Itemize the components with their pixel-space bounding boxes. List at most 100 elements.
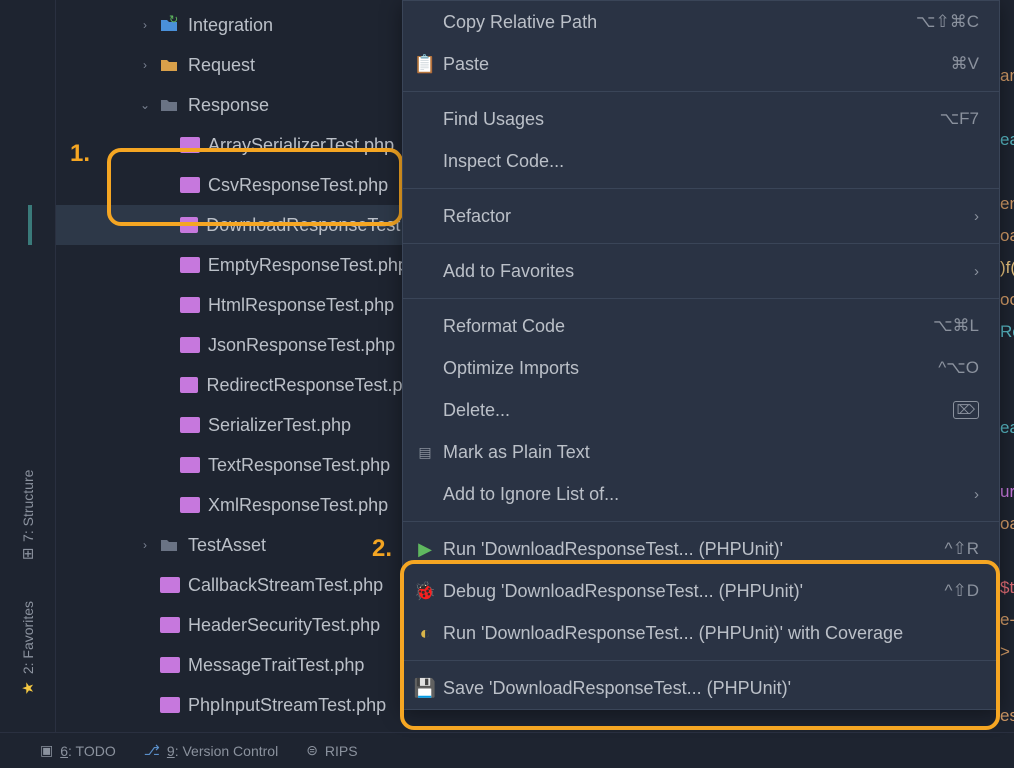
- tree-item-jsonresponsetest-php[interactable]: JsonResponseTest.php: [56, 325, 406, 365]
- tree-item-label: Integration: [188, 15, 273, 36]
- folder-icon: [158, 536, 180, 554]
- tree-item-label: CallbackStreamTest.php: [188, 575, 383, 596]
- save-icon: 💾: [415, 678, 435, 699]
- php-file-icon: [180, 497, 200, 513]
- menu-separator: [403, 660, 999, 661]
- php-file-icon: [160, 697, 180, 713]
- menu-separator: [403, 91, 999, 92]
- menu-item-optimize-imports[interactable]: Optimize Imports^⌥O: [403, 347, 999, 389]
- menu-label: Debug 'DownloadResponseTest... (PHPUnit)…: [443, 581, 945, 602]
- rips-icon: ⊜: [306, 742, 318, 759]
- tree-item-downloadresponsetest-ph[interactable]: DownloadResponseTest.ph: [56, 205, 406, 245]
- menu-label: Refactor: [443, 206, 974, 227]
- rips-label: RIPS: [325, 743, 358, 759]
- menu-item-debug-downloadresponsetest-php[interactable]: 🐞 Debug 'DownloadResponseTest... (PHPUnit…: [403, 570, 999, 612]
- coverage-icon: ◐: [415, 623, 435, 644]
- shortcut: ⌦: [953, 401, 979, 419]
- menu-label: Find Usages: [443, 109, 940, 130]
- tree-item-label: TestAsset: [188, 535, 266, 556]
- tree-item-redirectresponsetest-php[interactable]: RedirectResponseTest.php: [56, 365, 406, 405]
- annotation-number-1: 1.: [70, 140, 90, 168]
- version-control-button[interactable]: ⎇ 9: Version Control: [144, 742, 278, 759]
- code-line: [1000, 156, 1014, 188]
- code-line: [1000, 540, 1014, 572]
- code-line: esp: [1000, 700, 1014, 730]
- code-line: [1000, 668, 1014, 700]
- menu-label: Save 'DownloadResponseTest... (PHPUnit)': [443, 678, 979, 699]
- menu-item-inspect-code-[interactable]: Inspect Code...: [403, 140, 999, 182]
- tree-item-htmlresponsetest-php[interactable]: HtmlResponseTest.php: [56, 285, 406, 325]
- menu-item-copy-relative-path[interactable]: Copy Relative Path⌥⇧⌘C: [403, 1, 999, 43]
- menu-item-add-to-favorites[interactable]: Add to Favorites›: [403, 250, 999, 292]
- menu-item-paste[interactable]: 📋Paste⌘V: [403, 43, 999, 85]
- menu-item-mark-as-plain-text[interactable]: ▤Mark as Plain Text: [403, 431, 999, 473]
- menu-label: Add to Ignore List of...: [443, 484, 974, 505]
- menu-separator: [403, 521, 999, 522]
- favorites-label: 2: Favorites: [20, 601, 36, 674]
- tree-item-callbackstreamtest-php[interactable]: CallbackStreamTest.php: [56, 565, 406, 605]
- menu-item-run-downloadresponsetest-phpun[interactable]: ◐Run 'DownloadResponseTest... (PHPUnit)'…: [403, 612, 999, 654]
- chevron-right-icon: ›: [136, 18, 154, 32]
- tree-item-label: Request: [188, 55, 255, 76]
- structure-icon: ⊞: [21, 546, 34, 564]
- todo-toolwindow-button[interactable]: ▣ 6: TODO: [40, 742, 116, 759]
- chevron-right-icon: ›: [136, 538, 154, 552]
- menu-item-reformat-code[interactable]: Reformat Code⌥⌘L: [403, 305, 999, 347]
- tree-item-label: JsonResponseTest.php: [208, 335, 395, 356]
- tree-item-csvresponsetest-php[interactable]: CsvResponseTest.php: [56, 165, 406, 205]
- menu-label: Inspect Code...: [443, 151, 979, 172]
- menu-item-delete-[interactable]: Delete...⌦: [403, 389, 999, 431]
- branch-icon: ⎇: [144, 742, 160, 759]
- php-file-icon: [180, 257, 200, 273]
- shortcut: ⌥⇧⌘C: [916, 12, 979, 32]
- menu-label: Copy Relative Path: [443, 12, 916, 33]
- star-icon: ★: [19, 680, 37, 698]
- tree-item-phpinputstreamtest-php[interactable]: PhpInputStreamTest.php: [56, 685, 406, 725]
- tree-item-label: HtmlResponseTest.php: [208, 295, 394, 316]
- chevron-right-icon: ›: [136, 58, 154, 72]
- tree-item-request[interactable]: › Request: [56, 45, 406, 85]
- menu-label: Mark as Plain Text: [443, 442, 979, 463]
- code-line: oad: [1000, 220, 1014, 252]
- tree-item-xmlresponsetest-php[interactable]: XmlResponseTest.php: [56, 485, 406, 525]
- chevron-right-icon: ›: [974, 263, 979, 280]
- rips-button[interactable]: ⊜ RIPS: [306, 742, 357, 759]
- php-file-icon: [180, 337, 200, 353]
- tree-item-integration[interactable]: ›↻Integration: [56, 5, 406, 45]
- php-file-icon: [180, 457, 200, 473]
- code-line: [1000, 92, 1014, 124]
- php-file-icon: [160, 577, 180, 593]
- tree-item-headersecuritytest-php[interactable]: HeaderSecurityTest.php: [56, 605, 406, 645]
- tree-item-label: PhpInputStreamTest.php: [188, 695, 386, 716]
- menu-item-refactor[interactable]: Refactor›: [403, 195, 999, 237]
- php-file-icon: [180, 377, 198, 393]
- menu-item-find-usages[interactable]: Find Usages⌥F7: [403, 98, 999, 140]
- tree-item-arrayserializertest-php[interactable]: ArraySerializerTest.php: [56, 125, 406, 165]
- menu-item-add-to-ignore-list-of-[interactable]: Add to Ignore List of...›: [403, 473, 999, 515]
- menu-item-run-downloadresponsetest-phpun[interactable]: ▶Run 'DownloadResponseTest... (PHPUnit)'…: [403, 528, 999, 570]
- tree-item-label: ArraySerializerTest.php: [208, 135, 394, 156]
- tree-item-label: MessageTraitTest.php: [188, 655, 364, 676]
- tree-item-serializertest-php[interactable]: SerializerTest.php: [56, 405, 406, 445]
- shortcut: ⌥F7: [940, 109, 979, 129]
- project-tree: ›↻Integration›Request⌄ResponseArraySeria…: [56, 0, 406, 768]
- menu-item-save-downloadresponsetest-phpu[interactable]: 💾 Save 'DownloadResponseTest... (PHPUnit)…: [403, 667, 999, 709]
- menu-label: Optimize Imports: [443, 358, 938, 379]
- php-file-icon: [180, 297, 200, 313]
- code-line: [1000, 380, 1014, 412]
- code-line: Res: [1000, 316, 1014, 348]
- tree-item-testasset[interactable]: › TestAsset: [56, 525, 406, 565]
- favorites-toolwindow-button[interactable]: ★ 2: Favorites: [19, 581, 37, 718]
- tree-item-messagetraittest-php[interactable]: MessageTraitTest.php: [56, 645, 406, 685]
- structure-toolwindow-button[interactable]: ⊞ 7: Structure: [19, 450, 37, 581]
- php-file-icon: [180, 417, 200, 433]
- chevron-right-icon: ›: [974, 486, 979, 503]
- tree-item-label: CsvResponseTest.php: [208, 175, 388, 196]
- tree-item-emptyresponsetest-php[interactable]: EmptyResponseTest.php: [56, 245, 406, 285]
- tree-item-label: HeaderSecurityTest.php: [188, 615, 380, 636]
- annotation-number-2: 2.: [372, 535, 392, 563]
- code-line: [1000, 444, 1014, 476]
- tree-item-response[interactable]: ⌄Response: [56, 85, 406, 125]
- tree-item-textresponsetest-php[interactable]: TextResponseTest.php: [56, 445, 406, 485]
- bug-icon: 🐞: [415, 581, 435, 602]
